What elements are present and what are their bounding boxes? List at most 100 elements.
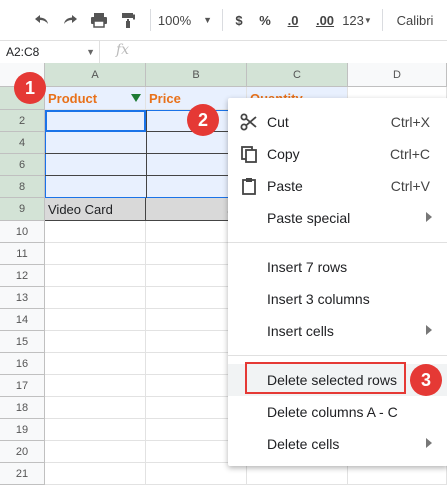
menu-item-insert-cells[interactable]: Insert cells [228, 315, 447, 347]
grid-cell[interactable] [45, 287, 146, 309]
toolbar-divider [222, 9, 223, 31]
grid-cell[interactable] [45, 441, 146, 463]
chevron-right-icon [426, 438, 432, 448]
decrease-decimal-button[interactable]: .0 [282, 10, 304, 30]
grid-cell[interactable] [247, 463, 348, 485]
context-menu: Cut Ctrl+X Copy Ctrl+C Paste Ctrl+V Past… [228, 98, 447, 466]
grid-cell[interactable] [45, 243, 146, 265]
menu-item-cut[interactable]: Cut Ctrl+X [228, 106, 447, 138]
more-formats-select[interactable]: 123 ▼ [340, 10, 374, 30]
row-header-6[interactable]: 6 [0, 154, 45, 176]
zoom-select[interactable]: 100% ▼ [157, 10, 213, 30]
row-header-14[interactable]: 14 [0, 309, 45, 331]
row-header-11[interactable]: 11 [0, 243, 45, 265]
increase-decimal-button[interactable]: .00 [312, 10, 338, 30]
menu-item-label: Delete columns A - C [267, 404, 398, 420]
grid-cell[interactable] [45, 353, 146, 375]
menu-item-paste[interactable]: Paste Ctrl+V [228, 170, 447, 202]
row-header-9[interactable]: 9 [0, 198, 45, 221]
column-header-c[interactable]: C [247, 63, 348, 87]
print-icon[interactable] [88, 10, 110, 30]
row-header-12[interactable]: 12 [0, 265, 45, 287]
toolbar: 100% ▼ $ % .0 .00 123 ▼ Calibri [0, 0, 447, 40]
row-header-17[interactable]: 17 [0, 375, 45, 397]
filter-icon[interactable] [131, 94, 141, 102]
toolbar-divider [150, 9, 151, 31]
highlight-box [245, 362, 406, 394]
chevron-down-icon: ▼ [86, 47, 95, 57]
row-header-15[interactable]: 15 [0, 331, 45, 353]
column-header-a[interactable]: A [45, 63, 146, 87]
formula-bar: A2:C8 ▼ fx [0, 40, 447, 64]
column-header-d[interactable]: D [348, 63, 447, 87]
menu-item-insert-rows[interactable]: Insert 7 rows [228, 251, 447, 283]
undo-icon[interactable] [32, 10, 52, 30]
active-cell-a2[interactable] [45, 110, 146, 132]
chevron-right-icon [426, 212, 432, 222]
grid-cell[interactable] [45, 463, 146, 485]
name-box[interactable]: A2:C8 ▼ [0, 41, 100, 63]
menu-item-delete-cells[interactable]: Delete cells [228, 428, 447, 460]
menu-item-copy[interactable]: Copy Ctrl+C [228, 138, 447, 170]
grid-cell[interactable] [45, 265, 146, 287]
grid-cell[interactable] [45, 375, 146, 397]
header-price: Price [149, 91, 181, 106]
grid-cell[interactable] [45, 221, 146, 243]
increase-decimal-label: .00 [315, 12, 335, 28]
step-badge-3: 3 [410, 364, 442, 396]
font-select[interactable]: Calibri [395, 10, 435, 30]
menu-item-label: Insert 3 columns [267, 291, 370, 307]
row-header-19[interactable]: 19 [0, 419, 45, 441]
chevron-down-icon: ▼ [363, 15, 372, 25]
decrease-decimal-label: .0 [287, 12, 299, 28]
grid-cell[interactable] [45, 419, 146, 441]
header-product: Product [48, 91, 98, 106]
row-header-2[interactable]: 2 [0, 110, 45, 132]
row-header-8[interactable]: 8 [0, 176, 45, 198]
grid-cell[interactable] [45, 331, 146, 353]
row-header-13[interactable]: 13 [0, 287, 45, 309]
fx-label: fx [116, 42, 130, 58]
row-header-18[interactable]: 18 [0, 397, 45, 419]
formula-input[interactable] [140, 41, 440, 63]
redo-icon[interactable] [60, 10, 80, 30]
shortcut-label: Ctrl+X [390, 114, 430, 130]
more-formats-label: 123 [342, 12, 364, 28]
name-box-value: A2:C8 [6, 45, 40, 59]
clipboard-icon [240, 177, 258, 195]
currency-button[interactable]: $ [230, 10, 248, 30]
menu-divider [228, 242, 447, 243]
percent-button[interactable]: % [256, 10, 274, 30]
menu-item-paste-special[interactable]: Paste special [228, 202, 447, 234]
cell-a1[interactable]: Product [45, 87, 146, 110]
grid-cell[interactable] [45, 397, 146, 419]
step-badge-2: 2 [187, 104, 219, 136]
menu-divider [228, 355, 447, 356]
menu-item-insert-columns[interactable]: Insert 3 columns [228, 283, 447, 315]
row-header-21[interactable]: 21 [0, 463, 45, 485]
paint-format-icon[interactable] [118, 10, 138, 30]
shortcut-label: Ctrl+V [390, 178, 430, 194]
zoom-value: 100% [157, 12, 192, 28]
chevron-down-icon: ▼ [203, 15, 213, 25]
row-header-20[interactable]: 20 [0, 441, 45, 463]
row-header-16[interactable]: 16 [0, 353, 45, 375]
grid-cell[interactable] [45, 309, 146, 331]
menu-item-label: Cut [267, 114, 289, 130]
cell-a9[interactable]: Video Card [45, 198, 146, 221]
menu-item-delete-columns[interactable]: Delete columns A - C [228, 396, 447, 428]
menu-item-label: Paste [267, 178, 303, 194]
row-header-4[interactable]: 4 [0, 132, 45, 154]
chevron-right-icon [426, 325, 432, 335]
grid-cell[interactable] [348, 463, 447, 485]
menu-item-label: Insert cells [267, 323, 334, 339]
scissors-icon [240, 113, 258, 131]
toolbar-divider [382, 9, 383, 31]
menu-item-label: Copy [267, 146, 300, 162]
step-badge-1: 1 [14, 72, 46, 104]
menu-item-label: Delete cells [267, 436, 340, 452]
column-header-b[interactable]: B [146, 63, 247, 87]
row-header-10[interactable]: 10 [0, 221, 45, 243]
copy-icon [240, 145, 258, 163]
grid-cell[interactable] [146, 463, 247, 485]
